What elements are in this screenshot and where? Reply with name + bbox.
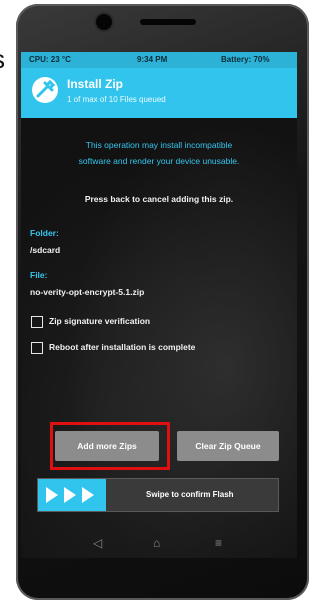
checkbox-box[interactable] [31, 316, 43, 328]
warning-line-2: software and render your device unusable… [78, 156, 240, 166]
status-bar: CPU: 23 °C 9:34 PM Battery: 70% [21, 52, 297, 68]
swipe-to-flash-slider[interactable]: Swipe to confirm Flash [37, 478, 279, 512]
home-icon[interactable]: ⌂ [153, 536, 160, 550]
page-header: Install Zip 1 of max of 10 Files queued [21, 68, 297, 118]
recents-icon[interactable]: ≡ [215, 536, 222, 550]
folder-label: Folder: [30, 228, 59, 238]
swipe-handle[interactable] [38, 479, 106, 511]
checkbox-label: Zip signature verification [49, 316, 151, 326]
clear-zip-queue-button[interactable]: Clear Zip Queue [177, 431, 279, 461]
twrp-screen: CPU: 23 °C 9:34 PM Battery: 70% Install … [21, 52, 297, 558]
battery-level: Battery: 70% [221, 55, 270, 64]
twrp-logo-icon [32, 77, 58, 103]
swipe-label: Swipe to confirm Flash [146, 490, 234, 499]
clock: 9:34 PM [137, 55, 168, 64]
arrow-right-icon [64, 487, 76, 503]
folder-value: /sdcard [30, 245, 61, 255]
file-value: no-verity-opt-encrypt-5.1.zip [30, 287, 145, 297]
back-icon[interactable]: ◁ [93, 536, 102, 550]
queue-status: 1 of max of 10 Files queued [67, 95, 166, 104]
checkbox-label: Reboot after installation is complete [49, 342, 196, 352]
navigation-bar: ◁ ⌂ ≡ [21, 532, 297, 558]
cancel-hint: Press back to cancel adding this zip. [84, 194, 234, 204]
cpu-temp: CPU: 23 °C [29, 55, 71, 64]
file-label: File: [30, 270, 48, 280]
warning-line-1: This operation may install incompatible [85, 140, 233, 150]
highlight-box [50, 422, 170, 470]
page-title: Install Zip [67, 77, 124, 91]
arrow-right-icon [82, 487, 94, 503]
arrow-right-icon [46, 487, 58, 503]
camera-icon [96, 14, 112, 30]
speaker-grille [140, 19, 196, 25]
cropped-page-text: s [0, 44, 5, 75]
checkbox-box[interactable] [31, 342, 43, 354]
